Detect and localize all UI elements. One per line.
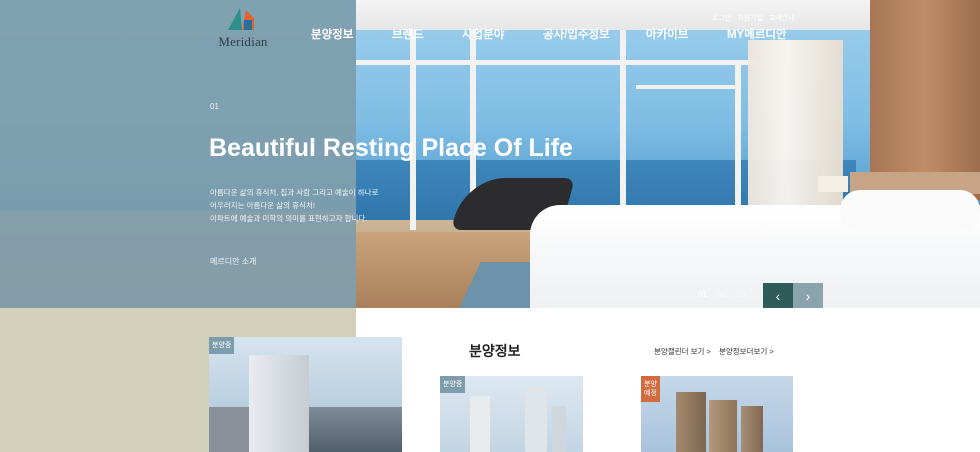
skyline	[309, 407, 402, 452]
calendar-link[interactable]: 분양캘린더 보기 >	[654, 347, 711, 356]
nav-item-my-meridian[interactable]: MY메르디안	[727, 26, 787, 42]
pager-item[interactable]: 03	[736, 290, 745, 299]
building	[249, 355, 309, 452]
window-frame	[636, 85, 736, 89]
pager-item[interactable]: 02	[717, 290, 726, 299]
next-slide-button[interactable]: ›	[793, 283, 823, 308]
about-link[interactable]: 메르디안 소개	[210, 256, 256, 267]
building	[552, 406, 566, 452]
sale-card[interactable]: 분양중	[440, 376, 583, 452]
slide-number: 01	[210, 102, 219, 111]
nav-item-construction[interactable]: 공사/입주정보	[543, 26, 610, 42]
hero-description-line: 어우러지는 아름다운 삶의 휴식처!	[210, 201, 315, 210]
utility-links: 로그인 회원가입 고객안내	[712, 13, 799, 23]
signup-link[interactable]: 회원가입	[737, 15, 763, 22]
nav-item-brand[interactable]: 브랜드	[392, 26, 424, 42]
building	[525, 386, 547, 452]
pillow	[840, 190, 980, 230]
hero-description-line: 아름다운 삶의 휴식처, 집과 사람 그리고 예술이 하나로	[210, 188, 379, 197]
status-badge: 분양중	[209, 337, 235, 354]
building	[709, 400, 737, 452]
chevron-right-icon: ›	[805, 287, 811, 304]
section-links: 분양캘린더 보기 > 분양정보더보기 >	[654, 346, 780, 357]
chevron-left-icon: ‹	[775, 287, 781, 304]
sale-card[interactable]: 분양 예정	[641, 376, 793, 452]
slide-pager: 01 02 03	[698, 290, 753, 299]
building	[741, 406, 763, 452]
sale-card[interactable]: 분양중	[209, 337, 402, 452]
building	[470, 396, 490, 452]
section-title: 분양정보	[469, 343, 521, 359]
building	[209, 407, 249, 452]
login-link[interactable]: 로그인	[712, 15, 731, 22]
nav-item-archive[interactable]: 아카이브	[646, 26, 688, 42]
status-badge: 분양중	[440, 376, 466, 393]
lamp	[818, 176, 848, 192]
pager-item[interactable]: 01	[698, 290, 707, 299]
hero-headline: Beautiful Resting Place Of Life	[209, 134, 573, 162]
nav-item-sales-info[interactable]: 분양정보	[311, 26, 353, 42]
window-frame	[356, 60, 756, 65]
prev-slide-button[interactable]: ‹	[763, 283, 793, 308]
hero-description-line: 아파트에 예술과 미학의 의미를 표현하고자 합니다.	[210, 214, 368, 223]
nav-item-business[interactable]: 사업분야	[462, 26, 504, 42]
more-sales-link[interactable]: 분양정보더보기 >	[719, 347, 774, 356]
customer-link[interactable]: 고객안내	[769, 15, 795, 22]
status-badge: 분양 예정	[641, 376, 660, 402]
main-nav: 분양정보 브랜드 사업분야 공사/입주정보 아카이브 MY메르디안	[0, 26, 980, 44]
building	[676, 392, 706, 452]
curtain	[748, 40, 843, 230]
hero-description: 아름다운 삶의 휴식처, 집과 사람 그리고 예술이 하나로 어우러지는 아름다…	[210, 186, 378, 225]
